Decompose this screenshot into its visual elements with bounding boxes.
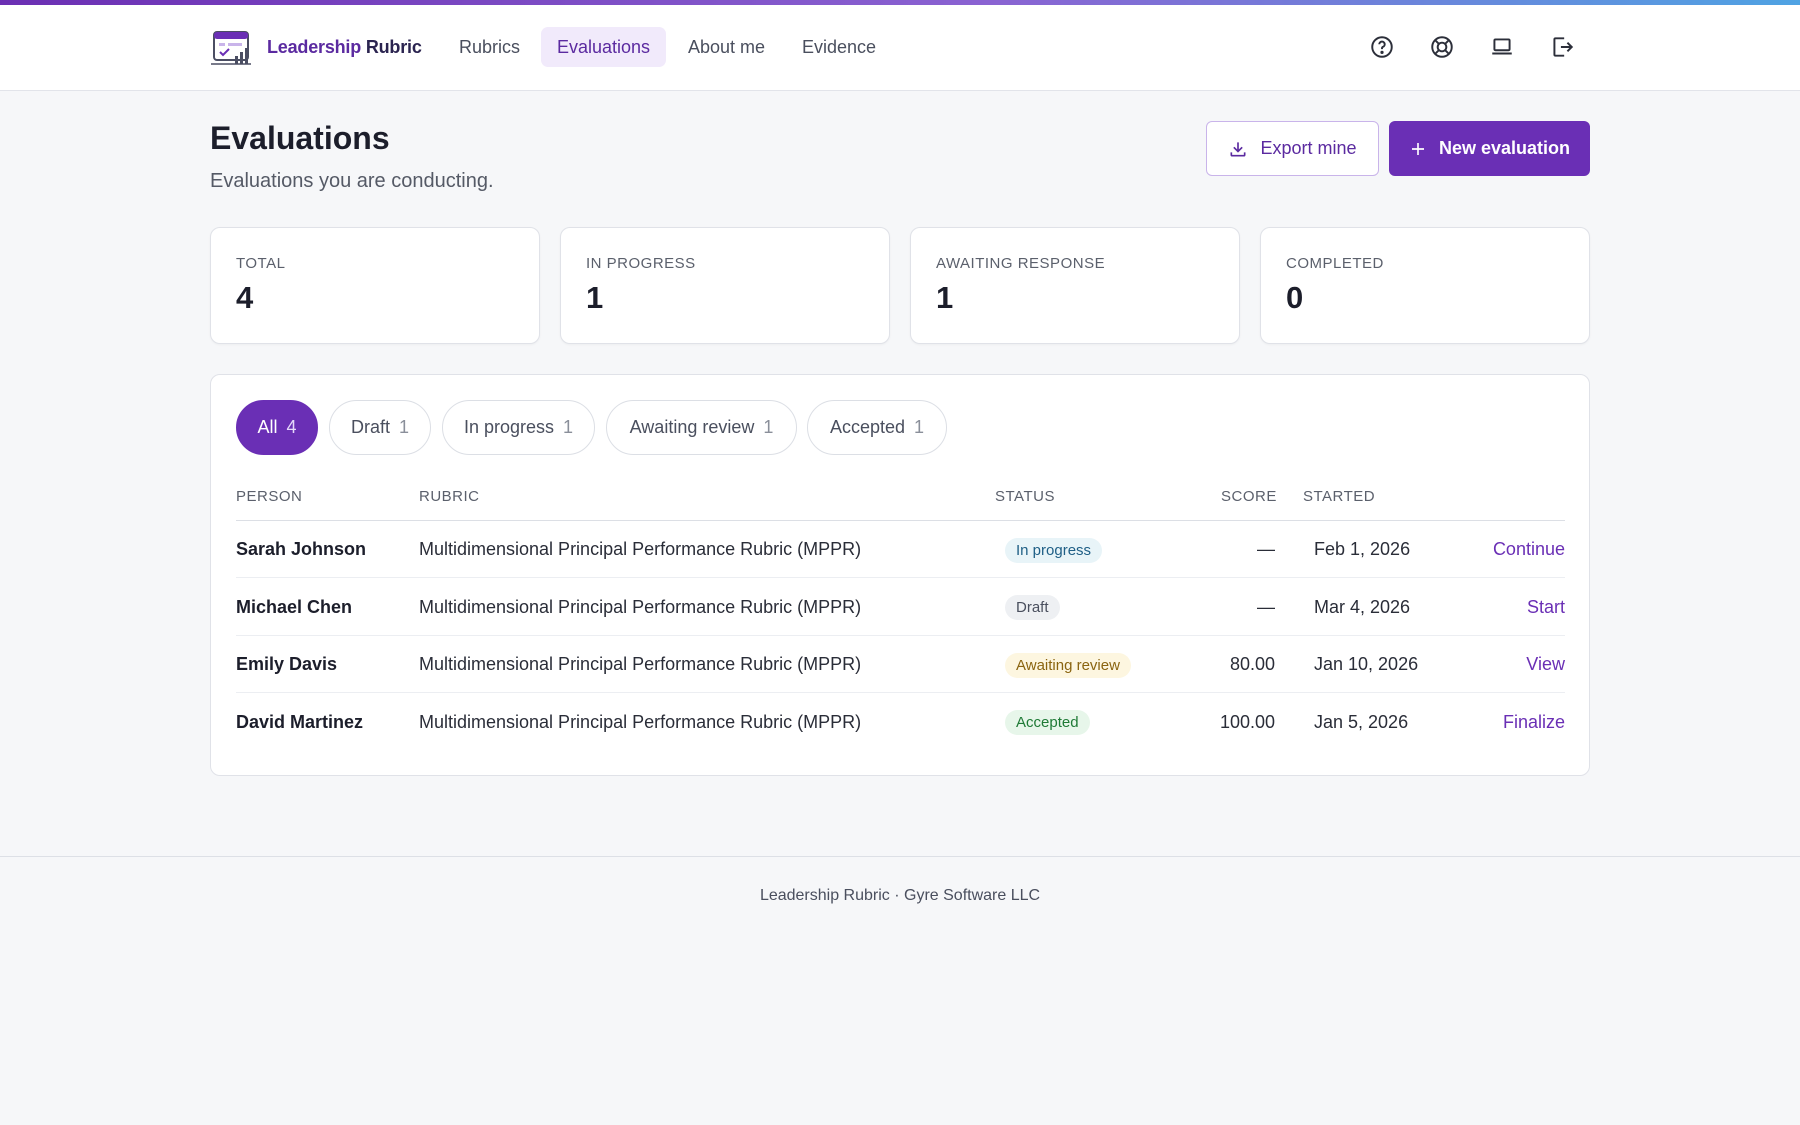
status-cell: Awaiting review (1005, 636, 1131, 693)
app-header: Leadership Rubric Rubrics Evaluations Ab… (0, 5, 1800, 91)
table-row[interactable]: Emily Davis Multidimensional Principal Pe… (236, 636, 1565, 693)
started-date: Jan 5, 2026 (1314, 711, 1409, 732)
column-header-status[interactable]: STATUS (995, 488, 1055, 505)
filter-label: All (257, 417, 278, 437)
filter-count: 1 (563, 417, 574, 437)
export-mine-label: Export mine (1260, 138, 1357, 158)
status-cell: Accepted (1005, 694, 1090, 751)
filter-label: Draft (350, 417, 390, 437)
nav-item-rubrics[interactable]: Rubrics (443, 27, 536, 67)
score-value: — (1257, 596, 1275, 617)
download-icon (1230, 141, 1246, 156)
rubric-name: Multidimensional Principal Performance R… (419, 654, 862, 674)
filter-pill-accepted[interactable]: Accepted 1 (807, 400, 947, 455)
row-action-link[interactable]: Start (1527, 579, 1565, 636)
new-evaluation-button[interactable]: New evaluation (1389, 121, 1590, 176)
person-name: Emily Davis (236, 654, 338, 674)
filter-pill-all[interactable]: All 4 (236, 400, 318, 455)
table-row[interactable]: Sarah Johnson Multidimensional Principal … (236, 521, 1565, 578)
stat-value: 1 (586, 280, 604, 315)
nav-item-evaluations[interactable]: Evaluations (541, 27, 667, 67)
stat-value: 4 (236, 280, 254, 315)
logo-icon[interactable] (211, 30, 253, 66)
status-badge-in-progress: In progress (1005, 537, 1103, 563)
row-action-link[interactable]: Finalize (1503, 694, 1565, 751)
rubric-name: Multidimensional Principal Performance R… (419, 596, 862, 617)
help-circle-icon[interactable] (1369, 34, 1395, 60)
column-header-score[interactable]: SCORE (1221, 488, 1277, 505)
filter-count: 1 (914, 417, 925, 437)
status-badge-accepted: Accepted (1005, 710, 1090, 736)
status-badge-draft: Draft (1005, 595, 1060, 621)
row-action-link[interactable]: Continue (1493, 521, 1565, 578)
person-name: Michael Chen (236, 596, 353, 617)
score-value: 100.00 (1219, 711, 1275, 732)
column-header-rubric[interactable]: RUBRIC (419, 488, 480, 505)
status-cell: In progress (1005, 521, 1103, 578)
page-title: Evaluations (210, 120, 390, 156)
filter-pill-draft[interactable]: Draft 1 (329, 400, 431, 455)
new-evaluation-label: New evaluation (1438, 138, 1571, 158)
table-row[interactable]: Michael Chen Multidimensional Principal P… (236, 579, 1565, 636)
stat-value: 0 (1286, 280, 1304, 315)
column-header-started[interactable]: STARTED (1303, 488, 1375, 505)
laptop-icon[interactable] (1489, 34, 1515, 60)
rubric-name: Multidimensional Principal Performance R… (419, 539, 862, 559)
brand-name[interactable]: Leadership Rubric (267, 37, 422, 58)
started-date: Jan 10, 2026 (1314, 654, 1419, 674)
nav-item-about-me[interactable]: About me (672, 27, 781, 67)
filter-label: Accepted (829, 417, 906, 437)
logout-icon[interactable] (1549, 34, 1575, 60)
plus-icon (1411, 142, 1424, 155)
stat-value: 1 (936, 280, 954, 315)
nav-item-evidence[interactable]: Evidence (786, 27, 892, 67)
stat-card-in-progress: IN PROGRESS 1 (560, 227, 890, 344)
page-subtitle: Evaluations you are conducting. (210, 170, 494, 192)
filter-pill-awaiting-review[interactable]: Awaiting review 1 (606, 400, 797, 455)
stat-label: IN PROGRESS (586, 255, 696, 272)
status-badge-awaiting-review: Awaiting review (1005, 652, 1131, 678)
evaluations-panel: All 4 Draft 1 In progress 1 Awaiting review… (210, 374, 1590, 776)
stat-label: AWAITING RESPONSE (936, 255, 1106, 272)
stat-card-total: TOTAL 4 (210, 227, 540, 344)
status-cell: Draft (1005, 579, 1060, 636)
filter-count: 1 (763, 417, 774, 437)
stat-label: TOTAL (236, 255, 286, 272)
row-action-link[interactable]: View (1526, 636, 1565, 693)
brand-name-part1: Leadership (267, 37, 362, 57)
lifebuoy-icon[interactable] (1429, 34, 1455, 60)
person-name: David Martinez (236, 711, 364, 732)
export-mine-button[interactable]: Export mine (1206, 121, 1379, 176)
rubric-name: Multidimensional Principal Performance R… (419, 711, 862, 732)
person-name: Sarah Johnson (236, 539, 367, 559)
score-value: 80.00 (1229, 654, 1275, 674)
started-date: Feb 1, 2026 (1314, 539, 1411, 559)
filter-pill-in-progress[interactable]: In progress 1 (442, 400, 595, 455)
score-value: — (1257, 539, 1275, 559)
filter-label: Awaiting review (629, 417, 755, 437)
brand-name-part2: Rubric (361, 37, 422, 57)
footer-divider (0, 856, 1800, 857)
started-date: Mar 4, 2026 (1314, 596, 1411, 617)
table-row[interactable]: David Martinez Multidimensional Principal… (236, 694, 1565, 751)
footer-text: Leadership Rubric · Gyre Software LLC (759, 887, 1041, 904)
filter-count: 1 (399, 417, 410, 437)
stat-label: COMPLETED (1286, 255, 1384, 272)
stat-card-completed: COMPLETED 0 (1260, 227, 1590, 344)
filter-label: In progress (463, 417, 555, 437)
stat-card-awaiting-response: AWAITING RESPONSE 1 (910, 227, 1240, 344)
filter-count: 4 (286, 417, 297, 437)
column-header-person[interactable]: PERSON (236, 488, 302, 505)
